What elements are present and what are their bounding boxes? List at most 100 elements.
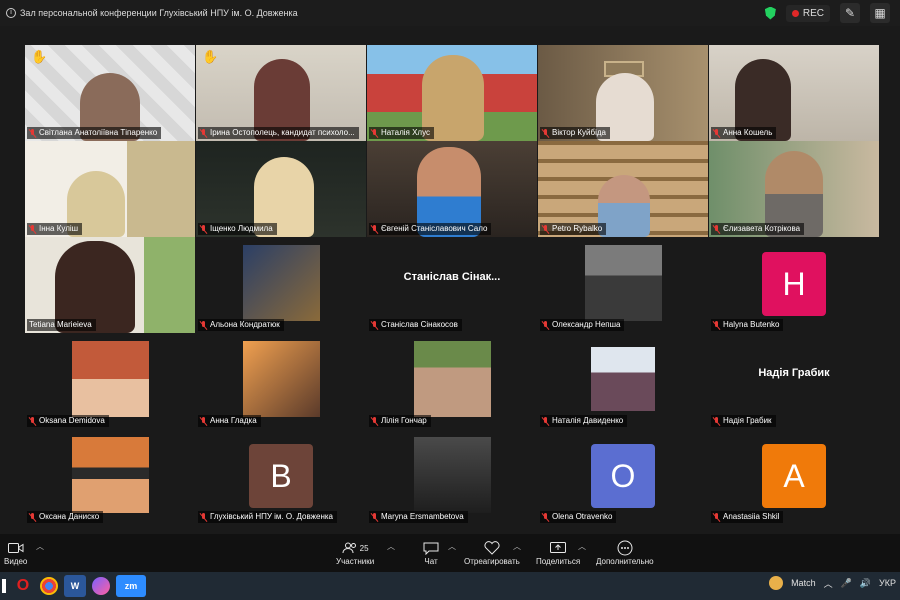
recording-label: REC [802,7,824,19]
participant-name-label: Надія Грабик [711,415,776,427]
participant-tile[interactable]: H Halyna Butenko [709,237,879,333]
title-bar: i Зал персональной конференции Глухівськ… [0,0,900,26]
system-tray: Match ︿ 🎤 🔊 УКР [769,576,896,590]
participant-tile[interactable]: Oksana Demidova [25,333,195,429]
mic-muted-icon [713,128,720,138]
reactions-options-chevron-icon[interactable]: ︿ [513,541,521,552]
participant-tile[interactable]: В Глухівський НПУ ім. О. Довженка [196,429,366,525]
participant-tile[interactable]: ✋ Світлана Анатоліївна Тіпаренко [25,45,195,141]
mic-muted-icon [713,320,720,330]
tray-expand-chevron-icon[interactable]: ︿ [824,577,833,590]
participant-tile[interactable]: A Anastasiia Shkil [709,429,879,525]
mic-muted-icon [371,224,378,234]
participants-button[interactable]: 25 Участники [336,539,374,566]
participant-name-label: Глухівський НПУ ім. О. Довженка [198,511,337,523]
participant-tile[interactable]: Альона Кондратюк [196,237,366,333]
participant-name-label: Євгеній Станіславович Сало [369,223,492,235]
more-button[interactable]: Дополнительно [596,539,654,566]
chat-options-chevron-icon[interactable]: ︿ [448,541,456,552]
participant-name-label: Світлана Анатоліївна Тіпаренко [27,127,162,139]
participant-tile[interactable]: Віктор Куйбіда [538,45,708,141]
participant-tile[interactable]: Лілія Гончар [367,333,537,429]
mic-muted-icon [713,224,720,234]
participants-icon: 25 [342,539,369,557]
mic-muted-icon [200,416,207,426]
edit-pencil-icon[interactable]: ✎ [840,3,860,23]
participant-initial-avatar: В [249,444,313,508]
video-button[interactable]: Видео [4,539,27,566]
match-app-icon[interactable] [769,576,784,590]
share-screen-button[interactable]: Поделиться [536,539,580,566]
mic-muted-icon [371,320,378,330]
mic-muted-icon [542,512,549,522]
participant-tile[interactable]: Maryna Ersmambetova [367,429,537,525]
participant-tile[interactable]: Анна Гладка [196,333,366,429]
microphone-tray-icon[interactable]: 🎤 [841,578,852,589]
volume-tray-icon[interactable]: 🔊 [860,578,871,589]
participant-avatar [72,437,149,513]
participant-tile-active-speaker[interactable]: Tetiana Marieieva [25,237,195,333]
start-edge-icon[interactable] [2,579,6,593]
participant-tile[interactable]: Єлизавета Котрікова [709,141,879,237]
heart-icon [484,539,500,557]
participant-name-label: Віктор Куйбіда [540,127,611,139]
mic-muted-icon [200,512,207,522]
participant-tile[interactable]: ✋ Ірина Остополець, кандидат психоло... [196,45,366,141]
participant-name-label: Halyna Butenko [711,319,784,331]
security-shield-icon[interactable] [764,6,776,20]
participant-avatar [585,245,662,321]
zoom-app-icon[interactable]: zm [116,575,146,597]
participant-tile[interactable]: Petro Rybalko [538,141,708,237]
video-camera-icon [7,539,24,557]
mic-muted-icon [713,416,720,426]
raised-hand-icon: ✋ [202,49,219,64]
mic-muted-icon [371,416,378,426]
participant-display-name: Станіслав Сінак... [403,271,501,283]
window-title: Зал персональной конференции Глухівський… [20,8,298,18]
participant-display-name: Надія Грабик [758,367,830,379]
participant-name-label: Олександр Непша [540,319,625,331]
word-icon[interactable]: W [64,575,86,597]
keyboard-language[interactable]: УКР [879,578,896,588]
participant-tile[interactable]: Іщенко Людмила [196,141,366,237]
participant-tile[interactable]: Надія Грабик Надія Грабик [709,333,879,429]
participants-options-chevron-icon[interactable]: ︿ [387,541,395,552]
gallery-view-icon[interactable]: ▦ [870,3,890,23]
participant-avatar [414,437,491,513]
video-options-chevron-icon[interactable]: ︿ [36,541,44,552]
participant-name-label: Oksana Demidova [27,415,109,427]
participant-name-label: Єлизавета Котрікова [711,223,805,235]
windows-taskbar: O W zm Match ︿ 🎤 🔊 УКР [0,572,900,600]
participant-name-label: Іщенко Людмила [198,223,277,235]
recording-indicator[interactable]: REC [785,4,830,22]
participant-avatar [414,341,491,417]
participant-tile[interactable]: Оксана Даниско [25,429,195,525]
share-options-chevron-icon[interactable]: ︿ [578,541,586,552]
title-controls: REC ✎ ▦ [764,3,890,23]
reactions-button[interactable]: Отреагировать [464,539,520,566]
mic-muted-icon [542,320,549,330]
participant-tile[interactable]: O Olena Otravenko [538,429,708,525]
mic-muted-icon [29,416,36,426]
participant-tile[interactable]: Наталія Хлус [367,45,537,141]
participant-name-label: Ірина Остополець, кандидат психоло... [198,127,359,139]
participant-tile[interactable]: Інна Куліш [25,141,195,237]
opera-icon[interactable]: O [12,575,34,597]
participant-tile[interactable]: Анна Кошель [709,45,879,141]
chat-button[interactable]: Чат [423,539,439,566]
participant-tile[interactable]: Наталія Давиденко [538,333,708,429]
chrome-icon[interactable] [40,577,58,595]
participant-name-label: Olena Otravenko [540,511,617,523]
match-label[interactable]: Match [791,578,816,588]
participant-avatar [591,347,655,411]
participant-name-label: Станіслав Сінакосов [369,319,462,331]
viber-icon[interactable] [92,577,110,595]
mic-muted-icon [29,224,36,234]
participant-tile[interactable]: Олександр Непша [538,237,708,333]
more-ellipsis-icon [617,539,633,557]
mic-muted-icon [200,320,207,330]
participant-tile[interactable]: Станіслав Сінак... Станіслав Сінакосов [367,237,537,333]
info-icon[interactable]: i [6,8,16,18]
mic-muted-icon [200,128,207,138]
participant-tile[interactable]: Євгеній Станіславович Сало [367,141,537,237]
